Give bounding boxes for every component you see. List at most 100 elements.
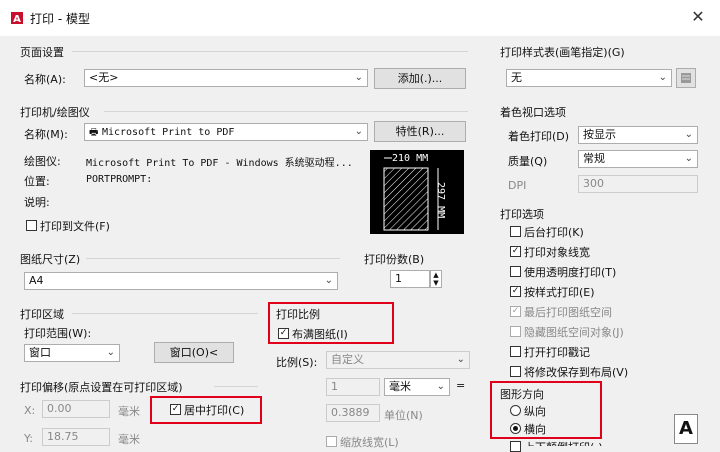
- window-button[interactable]: 窗口(O)<: [154, 342, 234, 363]
- scale-value1-input[interactable]: 1: [326, 378, 380, 396]
- landscape-radio[interactable]: [510, 423, 521, 434]
- shaded-viewport-heading: 着色视口选项: [500, 106, 566, 119]
- scale-ratio-value: 自定义: [331, 353, 364, 366]
- plot-option-label: 隐藏图纸空间对象(J): [524, 326, 624, 339]
- paper-size-value: A4: [29, 274, 44, 287]
- print-app-icon: A: [11, 12, 23, 25]
- paper-size-heading: 图纸尺寸(Z): [20, 253, 81, 266]
- plot-option-checkbox[interactable]: [510, 226, 521, 237]
- print-to-file-checkbox[interactable]: [26, 220, 37, 231]
- copies-spinner[interactable]: ▲ ▼: [430, 270, 442, 288]
- plot-option-checkbox[interactable]: [510, 346, 521, 357]
- plot-option-label: 将修改保存到布局(V): [524, 366, 629, 379]
- scale-lineweights-label: 缩放线宽(L): [340, 436, 399, 449]
- orientation-heading: 图形方向: [500, 388, 544, 401]
- shade-plot-label: 着色打印(D): [508, 130, 570, 143]
- preview-width-label: 210 MM: [392, 153, 429, 164]
- portrait-label: 纵向: [524, 405, 546, 418]
- page-setup-name-select[interactable]: <无> ⌄: [84, 69, 368, 87]
- plot-option-label: 打开打印戳记: [524, 346, 590, 359]
- offset-y-unit: 毫米: [118, 433, 140, 446]
- close-icon[interactable]: ✕: [688, 8, 708, 28]
- scale-unit1-select[interactable]: 毫米 ⌄: [384, 378, 450, 396]
- plot-option-checkbox[interactable]: ✓: [510, 246, 521, 257]
- scale-lineweights-checkbox[interactable]: [326, 436, 337, 447]
- center-plot-label: 居中打印(C): [184, 404, 245, 417]
- plot-area-heading: 打印区域: [20, 308, 64, 321]
- chevron-down-icon: ⌄: [106, 347, 115, 358]
- plot-option-label: 按样式打印(E): [524, 286, 595, 299]
- offset-x-input[interactable]: 0.00: [42, 400, 110, 418]
- window-title: 打印 - 模型: [30, 12, 90, 26]
- printer-name-select[interactable]: 🖶 Microsoft Print to PDF ⌄: [84, 123, 368, 141]
- plotter-label: 绘图仪:: [24, 155, 61, 168]
- scale-ratio-label: 比例(S):: [276, 356, 318, 369]
- chevron-down-icon: ⌄: [324, 275, 333, 286]
- plot-option-checkbox[interactable]: [510, 266, 521, 277]
- properties-button[interactable]: 特性(R)...: [374, 121, 466, 142]
- fit-to-paper-checkbox[interactable]: ✓: [278, 328, 289, 339]
- divider: [86, 258, 340, 259]
- plot-style-table-value: 无: [511, 71, 522, 84]
- plot-option-checkbox[interactable]: ✓: [510, 286, 521, 297]
- offset-x-unit: 毫米: [118, 405, 140, 418]
- orientation-preview-icon: A: [674, 414, 698, 444]
- quality-value: 常规: [583, 152, 605, 165]
- divider: [72, 51, 468, 52]
- paper-size-select[interactable]: A4 ⌄: [24, 272, 338, 290]
- quality-select[interactable]: 常规 ⌄: [578, 150, 698, 168]
- chevron-down-icon: ⌄: [436, 381, 445, 392]
- plot-scale-heading: 打印比例: [276, 308, 320, 321]
- upside-down-label: 上下颠倒打印(-): [524, 439, 603, 446]
- plot-option-label: 打印对象线宽: [524, 246, 590, 259]
- scale-value2-input[interactable]: 0.3889: [326, 404, 380, 422]
- divider: [214, 386, 258, 387]
- dpi-input[interactable]: 300: [578, 175, 698, 193]
- plotter-value: Microsoft Print To PDF - Windows 系统驱动程..…: [86, 158, 353, 169]
- plot-style-table-select[interactable]: 无 ⌄: [506, 69, 672, 87]
- edit-plot-style-icon[interactable]: [676, 68, 696, 88]
- upside-down-checkbox[interactable]: [510, 441, 521, 452]
- divider: [104, 111, 468, 112]
- dpi-label: DPI: [508, 179, 527, 192]
- preview-height-label: 297 MM: [435, 182, 446, 219]
- offset-y-input[interactable]: 18.75: [42, 428, 110, 446]
- chevron-down-icon: ⌄: [354, 126, 363, 137]
- add-button[interactable]: 添加(.)...: [374, 68, 466, 89]
- landscape-label: 横向: [524, 423, 546, 436]
- print-to-file-label: 打印到文件(F): [40, 220, 110, 233]
- chevron-down-icon: ⌄: [684, 129, 693, 140]
- page-setup-name-value: <无>: [89, 71, 119, 84]
- offset-y-label: Y:: [24, 432, 33, 445]
- shade-plot-select[interactable]: 按显示 ⌄: [578, 126, 698, 144]
- page-setup-name-label: 名称(A):: [24, 73, 66, 86]
- plot-option-checkbox[interactable]: [510, 326, 521, 337]
- location-value: PORTPROMPT:: [86, 174, 153, 185]
- location-label: 位置:: [24, 175, 50, 188]
- scale-unit2-label: 单位(N): [384, 409, 423, 422]
- title-bar: [0, 0, 720, 36]
- offset-x-label: X:: [24, 404, 36, 417]
- plot-option-checkbox[interactable]: [510, 366, 521, 377]
- scale-ratio-select[interactable]: 自定义 ⌄: [326, 351, 470, 369]
- copies-input[interactable]: 1: [390, 270, 430, 288]
- divider: [72, 313, 258, 314]
- plot-range-label: 打印范围(W):: [24, 327, 92, 340]
- chevron-down-icon: ⌄: [684, 153, 693, 164]
- plot-option-label: 最后打印图纸空间: [524, 306, 612, 319]
- copies-label: 打印份数(B): [364, 253, 425, 266]
- plot-offset-heading: 打印偏移(原点设置在可打印区域): [20, 381, 183, 394]
- equals-sign: =: [456, 379, 466, 392]
- plot-option-checkbox[interactable]: ✓: [510, 306, 521, 317]
- shade-plot-value: 按显示: [583, 128, 616, 141]
- svg-text:A: A: [13, 14, 21, 25]
- plot-range-select[interactable]: 窗口 ⌄: [24, 344, 120, 362]
- chevron-down-icon: ⌄: [658, 72, 667, 83]
- center-plot-checkbox[interactable]: ✓: [170, 404, 181, 415]
- quality-label: 质量(Q): [508, 155, 548, 168]
- portrait-radio[interactable]: [510, 405, 521, 416]
- chevron-down-icon: ⌄: [354, 72, 363, 83]
- plot-option-label: 后台打印(K): [524, 226, 584, 239]
- chevron-down-icon: ⌄: [456, 354, 465, 365]
- printer-name-value: Microsoft Print to PDF: [101, 127, 235, 138]
